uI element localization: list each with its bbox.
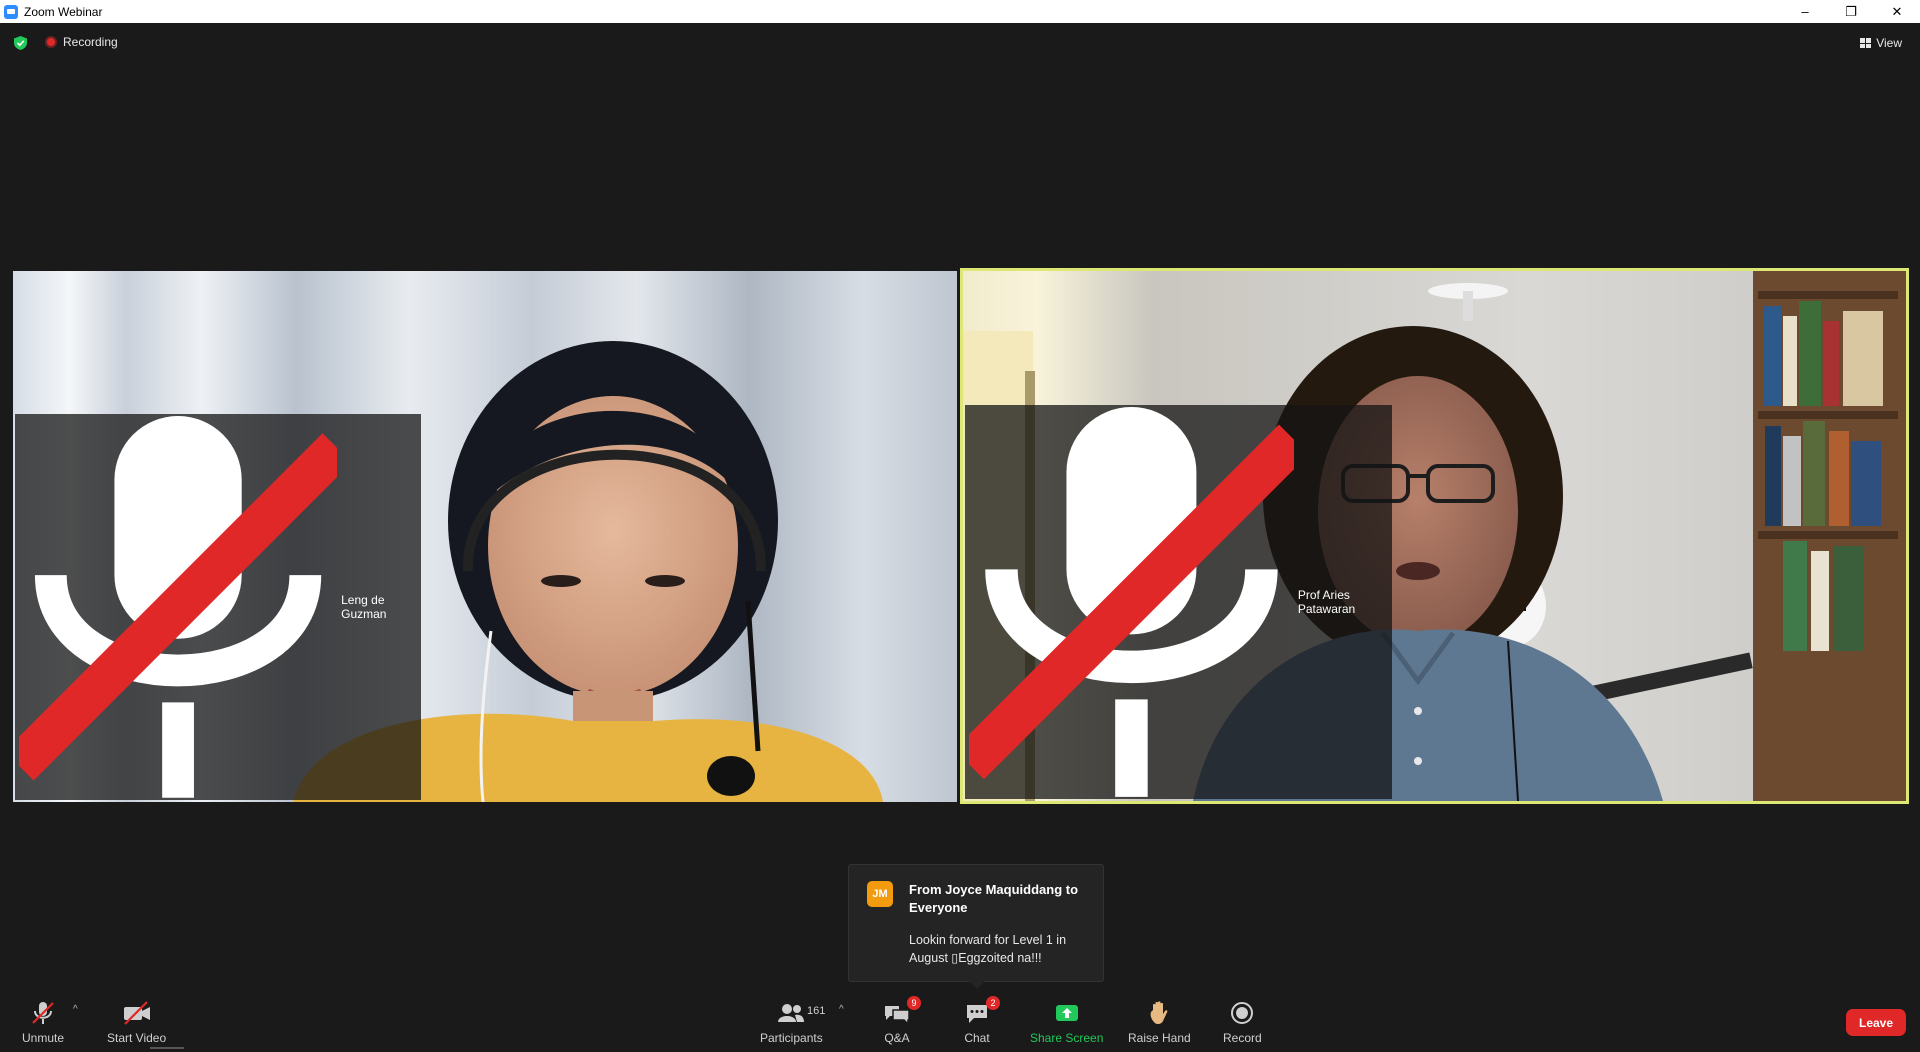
participants-icon: [778, 1004, 805, 1022]
audio-options-chevron-up-icon[interactable]: ^: [73, 1004, 78, 1015]
view-button[interactable]: View: [1856, 33, 1906, 53]
participants-count: 161: [807, 1005, 826, 1017]
record-button[interactable]: Record: [1223, 1000, 1262, 1045]
participants-options-chevron-up-icon[interactable]: ^: [839, 1004, 844, 1015]
share-screen-button[interactable]: Share Screen: [1030, 1000, 1103, 1045]
window-controls: – ❐ ✕: [1782, 0, 1920, 23]
raise-hand-button[interactable]: Raise Hand: [1128, 1000, 1191, 1045]
close-button[interactable]: ✕: [1874, 0, 1920, 23]
window-title: Zoom Webinar: [24, 4, 103, 19]
toolbar-indicator: [150, 1047, 184, 1049]
qa-label: Q&A: [884, 1031, 910, 1045]
share-screen-label: Share Screen: [1030, 1031, 1104, 1045]
record-icon: [1231, 1002, 1254, 1024]
chat-notification[interactable]: JM From Joyce Maquiddang to Everyone Loo…: [848, 864, 1104, 989]
chat-sender-line: From Joyce Maquiddang to Everyone: [909, 882, 1079, 915]
leave-button[interactable]: Leave: [1846, 1009, 1906, 1036]
chat-label: Chat: [964, 1031, 990, 1045]
video-tile-leng-de-guzman[interactable]: Leng de Guzman: [13, 271, 957, 802]
mic-muted-icon: [19, 416, 338, 798]
chat-badge: 2: [986, 996, 1000, 1010]
video-tile-prof-aries-patawaran[interactable]: Prof Aries Patawaran: [960, 268, 1909, 804]
encryption-shield-icon[interactable]: [14, 36, 27, 50]
share-screen-icon: [1055, 1005, 1078, 1021]
mic-muted-icon: [32, 1002, 54, 1024]
grid-view-icon: [1860, 38, 1872, 48]
participant-name-tag: Prof Aries Patawaran: [965, 405, 1392, 799]
unmute-button[interactable]: Unmute: [22, 1000, 64, 1045]
participant-name: Leng de Guzman: [341, 593, 387, 622]
recording-indicator[interactable]: Recording: [45, 35, 118, 49]
unmute-label: Unmute: [22, 1031, 65, 1045]
recording-label: Recording: [63, 35, 118, 49]
raise-hand-icon: [1150, 1001, 1168, 1024]
start-video-label: Start Video: [107, 1031, 167, 1045]
minimize-button[interactable]: –: [1782, 0, 1828, 23]
meeting-toolbar: Unmute ^ Start Video Participants 161 ^: [0, 992, 1920, 1052]
view-label: View: [1876, 36, 1902, 50]
participant-name-tag: Leng de Guzman: [15, 414, 422, 800]
mic-muted-icon: [969, 407, 1294, 797]
chat-button[interactable]: 2 Chat: [964, 996, 1000, 1045]
sender-avatar: JM: [867, 881, 893, 907]
raise-hand-label: Raise Hand: [1128, 1031, 1191, 1045]
qa-badge: 9: [907, 996, 921, 1010]
chat-message-text: Lookin forward for Level 1 in August ▯Eg…: [909, 933, 1067, 965]
participant-name: Prof Aries Patawaran: [1297, 588, 1356, 617]
video-off-icon: [123, 1001, 150, 1025]
recording-dot-icon: [45, 36, 57, 48]
window-title-bar: Zoom Webinar – ❐ ✕: [0, 0, 1920, 23]
restore-button[interactable]: ❐: [1828, 0, 1874, 23]
zoom-app-icon: [4, 4, 18, 19]
participants-label: Participants: [760, 1031, 823, 1045]
start-video-button[interactable]: Start Video: [107, 1000, 166, 1045]
record-label: Record: [1223, 1031, 1262, 1045]
qa-button[interactable]: 9 Q&A: [883, 996, 921, 1045]
